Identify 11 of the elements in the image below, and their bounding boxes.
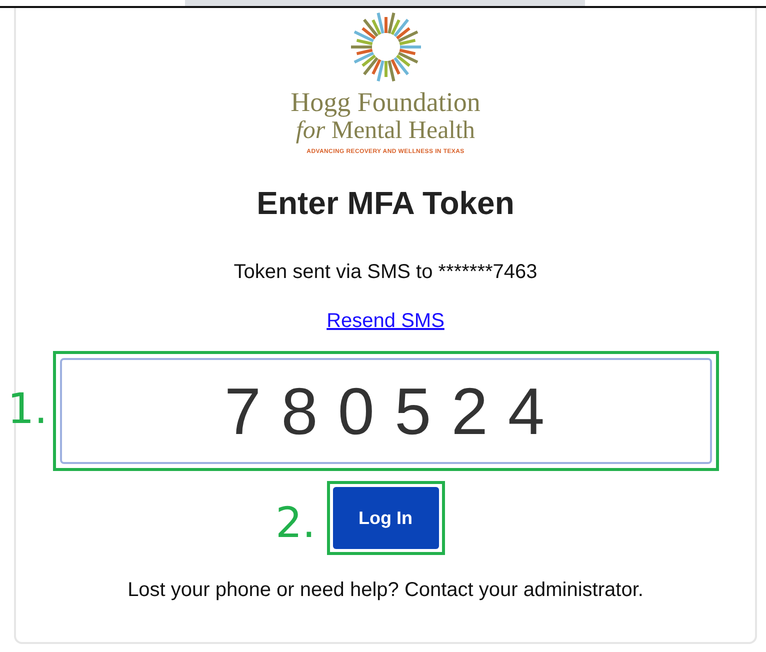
- resend-sms-link[interactable]: Resend SMS: [326, 310, 444, 333]
- organization-name: Hogg Foundation: [290, 87, 480, 117]
- annotation-label: 2.: [276, 498, 316, 547]
- sms-message: Token sent via SMS to *******7463: [234, 261, 538, 284]
- help-text: Lost your phone or need help? Contact your administrator.: [128, 579, 644, 602]
- token-field[interactable]: 780524: [60, 358, 712, 464]
- page-title: Enter MFA Token: [256, 185, 514, 221]
- login-button[interactable]: Log In: [332, 487, 438, 549]
- annotation-label: 1.: [8, 384, 48, 433]
- organization-subtitle: for Mental Health: [296, 117, 476, 145]
- sunburst-logo-icon: [350, 11, 422, 83]
